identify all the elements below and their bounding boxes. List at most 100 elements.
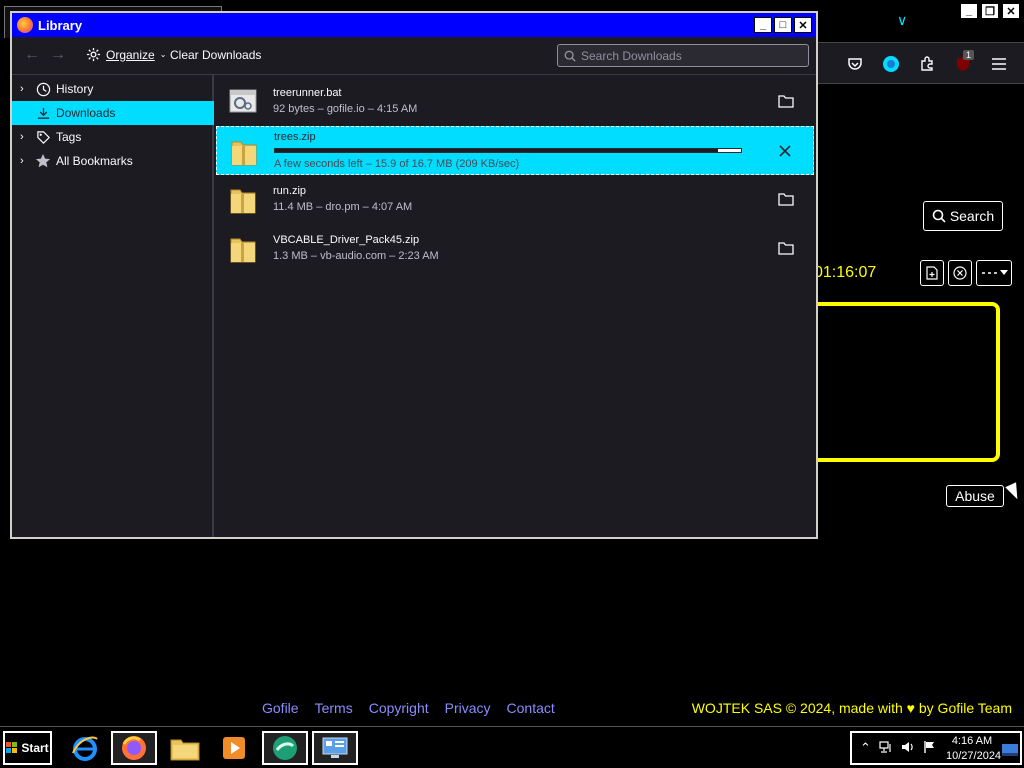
maximize-icon[interactable]: □ (774, 17, 792, 33)
search-downloads-input[interactable] (581, 48, 801, 63)
start-label: Start (21, 741, 49, 755)
sidebar-item-label: History (56, 82, 94, 96)
browser-toolbar (816, 42, 1024, 84)
cancel-icon[interactable] (775, 141, 795, 161)
sidebar-item-all-bookmarks[interactable]: › All Bookmarks (12, 149, 214, 173)
search-icon (564, 50, 576, 62)
account-icon[interactable] (880, 53, 902, 75)
footer-link-copyright[interactable]: Copyright (369, 700, 429, 716)
download-filename: treerunner.bat (273, 87, 342, 99)
gear-icon (86, 47, 101, 62)
network-icon[interactable] (879, 740, 893, 757)
sidebar-item-history[interactable]: › History (12, 77, 214, 101)
back-arrow-icon[interactable]: ← (24, 46, 40, 64)
mouse-cursor-icon (1005, 482, 1023, 502)
heart-icon: ♥ (906, 700, 915, 716)
start-button[interactable]: Start (3, 731, 52, 765)
app-green-icon[interactable] (262, 731, 308, 765)
circle-x-icon (953, 266, 967, 280)
more-options-button[interactable] (976, 260, 1012, 286)
close-icon[interactable]: ✕ (794, 17, 812, 33)
minimize-icon[interactable]: _ (754, 17, 772, 33)
sidebar-item-tags[interactable]: › Tags (12, 125, 214, 149)
page-search-label: Search (949, 208, 995, 224)
show-desktop-icon[interactable] (1002, 743, 1018, 761)
abuse-button[interactable]: Abuse (946, 485, 1004, 507)
file-add-button[interactable] (920, 260, 944, 286)
downloads-list: treerunner.bat 92 bytes – gofile.io – 4:… (216, 75, 814, 537)
page-search-button[interactable]: Search (923, 201, 1003, 231)
zip-folder-icon (228, 233, 258, 265)
download-item-active[interactable]: trees.zip A few seconds left – 15.9 of 1… (216, 126, 814, 175)
taskbar: Start ⌃ 4:16 AM 10/27/2024 (0, 726, 1024, 768)
taskbar-clock[interactable]: 4:16 AM 10/27/2024 (946, 734, 1002, 764)
download-progress-fill (275, 149, 718, 152)
download-icon (34, 105, 52, 121)
footer-link-contact[interactable]: Contact (507, 700, 555, 716)
chevron-right-icon[interactable]: › (20, 131, 34, 143)
download-progress-bar (274, 148, 742, 153)
tray-expand-icon[interactable]: ⌃ (860, 740, 871, 756)
footer-credit-pre: WOJTEK SAS © 2024, made with (691, 700, 903, 716)
tag-icon (34, 129, 52, 145)
remove-button[interactable] (948, 260, 972, 286)
pocket-icon[interactable] (844, 53, 866, 75)
folder-icon[interactable] (776, 91, 796, 111)
clear-downloads-button[interactable]: Clear Downloads (170, 48, 261, 62)
chevron-right-icon[interactable]: › (20, 83, 34, 95)
tab-list-chevron-icon[interactable]: ∨ (897, 12, 907, 29)
library-window: Library _ □ ✕ ← → Organize ⌄ Clear Downl… (10, 11, 818, 539)
control-panel-icon[interactable] (312, 731, 358, 765)
windows-logo-icon (6, 742, 18, 753)
countdown-time: 01:16:07 (814, 264, 877, 281)
folder-icon[interactable] (776, 238, 796, 258)
forward-arrow-icon[interactable]: → (50, 46, 66, 64)
extension-badge: 1 (963, 50, 975, 60)
footer-link-privacy[interactable]: Privacy (445, 700, 491, 716)
media-player-icon[interactable] (211, 731, 257, 765)
footer-link-terms[interactable]: Terms (315, 700, 353, 716)
internet-explorer-icon[interactable] (62, 731, 108, 765)
desktop: ∨ _ ❐ ✕ 1 Search 01:16:07 Abuse Gofile T… (0, 0, 1024, 768)
download-item[interactable]: treerunner.bat 92 bytes – gofile.io – 4:… (216, 77, 814, 126)
folder-icon[interactable] (776, 189, 796, 209)
library-window-controls: _ □ ✕ (754, 17, 812, 33)
close-icon[interactable]: ✕ (1002, 3, 1020, 19)
zip-folder-icon (228, 184, 258, 216)
flag-icon[interactable] (923, 740, 937, 757)
download-item[interactable]: run.zip 11.4 MB – dro.pm – 4:07 AM (216, 175, 814, 224)
window-title: Library (38, 17, 83, 33)
organize-button[interactable]: Organize ⌄ (86, 47, 166, 62)
clock-icon (34, 81, 52, 97)
footer-links: Gofile Terms Copyright Privacy Contact (262, 700, 555, 716)
download-filename: trees.zip (274, 131, 316, 143)
firefox-taskbar-icon[interactable] (111, 731, 157, 765)
download-item[interactable]: VBCABLE_Driver_Pack45.zip 1.3 MB – vb-au… (216, 224, 814, 273)
sidebar-item-downloads[interactable]: Downloads (12, 101, 214, 125)
batch-file-icon (228, 86, 258, 118)
chevron-down-icon: ⌄ (159, 50, 167, 59)
chevron-right-icon[interactable]: › (20, 155, 34, 167)
restore-icon[interactable]: ❐ (981, 3, 999, 19)
footer-credit: WOJTEK SAS © 2024, made with ♥ by Gofile… (692, 700, 1012, 716)
zip-folder-icon (229, 136, 259, 168)
firefox-icon (17, 17, 33, 33)
volume-icon[interactable] (901, 740, 915, 757)
download-status: 1.3 MB – vb-audio.com – 2:23 AM (273, 250, 439, 262)
library-titlebar[interactable]: Library _ □ ✕ (12, 13, 816, 37)
clock-date: 10/27/2024 (946, 750, 1002, 762)
extensions-icon[interactable] (916, 53, 938, 75)
menu-icon[interactable] (988, 53, 1010, 75)
system-tray: ⌃ 4:16 AM 10/27/2024 (850, 731, 1022, 765)
file-explorer-icon[interactable] (162, 731, 208, 765)
sidebar-item-label: All Bookmarks (56, 154, 133, 168)
footer-credit-post: by Gofile Team (918, 700, 1012, 716)
sidebar-item-label: Tags (56, 130, 82, 144)
footer-link-gofile[interactable]: Gofile (262, 700, 299, 716)
file-panel (812, 302, 1000, 462)
download-filename: run.zip (273, 185, 307, 197)
sidebar-item-label: Downloads (56, 106, 116, 120)
search-downloads-box[interactable] (557, 44, 809, 67)
minimize-icon[interactable]: _ (960, 3, 978, 19)
browser-window-controls: _ ❐ ✕ (960, 3, 1020, 19)
